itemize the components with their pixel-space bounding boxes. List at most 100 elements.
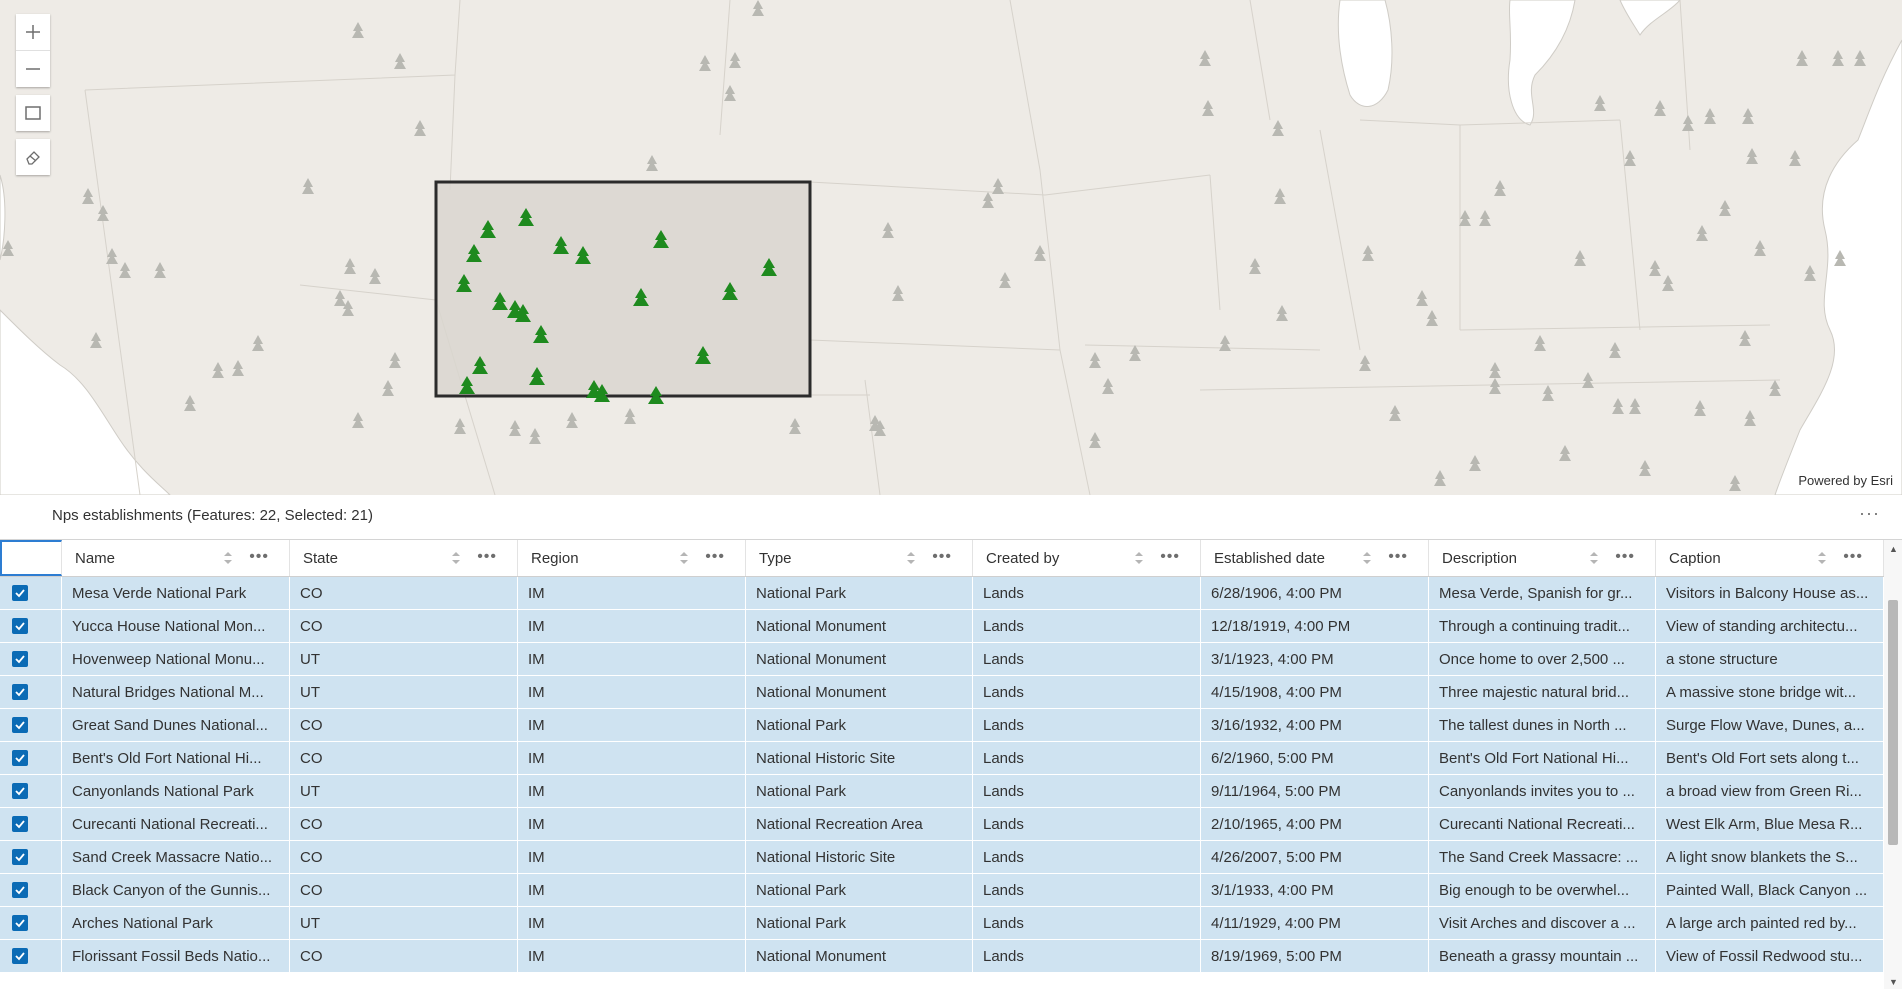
cell-established-date: 9/11/1964, 5:00 PM	[1201, 775, 1429, 807]
table-row[interactable]: Hovenweep National Monu... UT IM National M…	[0, 643, 1884, 676]
zoom-in-button[interactable]	[16, 14, 50, 50]
row-checkbox[interactable]	[12, 849, 28, 865]
cell-text: IM	[528, 782, 545, 800]
row-checkbox[interactable]	[12, 816, 28, 832]
select-all-header[interactable]	[0, 540, 62, 576]
table-row[interactable]: Mesa Verde National Park CO IM National Par…	[0, 577, 1884, 610]
sort-icon[interactable]	[1589, 551, 1599, 565]
table-row[interactable]: Natural Bridges National M... UT IM Nationa…	[0, 676, 1884, 709]
cell-text: Three majestic natural brid...	[1439, 683, 1630, 701]
row-select-cell	[0, 742, 62, 774]
cell-text: Mesa Verde, Spanish for gr...	[1439, 584, 1633, 602]
column-header-type[interactable]: Type •••	[746, 540, 973, 576]
scroll-down-icon[interactable]: ▼	[1889, 977, 1898, 987]
cell-established-date: 3/1/1923, 4:00 PM	[1201, 643, 1429, 675]
column-menu-icon[interactable]: •••	[477, 548, 497, 566]
sort-icon[interactable]	[1817, 551, 1827, 565]
cell-text: IM	[528, 914, 545, 932]
cell-caption: West Elk Arm, Blue Mesa R...	[1656, 808, 1884, 840]
row-checkbox[interactable]	[12, 618, 28, 634]
column-header-region[interactable]: Region •••	[518, 540, 746, 576]
column-menu-icon[interactable]: •••	[1160, 548, 1180, 566]
column-menu-icon[interactable]: •••	[1843, 548, 1863, 566]
cell-text: 6/2/1960, 5:00 PM	[1211, 749, 1334, 767]
table-header-bar: Nps establishments (Features: 22, Select…	[0, 495, 1902, 540]
table-row[interactable]: Arches National Park UT IM National Park Lan…	[0, 907, 1884, 940]
vertical-scrollbar[interactable]: ▲ ▼	[1884, 540, 1902, 989]
sort-icon[interactable]	[679, 551, 689, 565]
clear-selection-button[interactable]	[16, 139, 50, 175]
column-header-name[interactable]: Name •••	[62, 540, 290, 576]
zoom-out-button[interactable]	[16, 50, 50, 87]
grid-body: Mesa Verde National Park CO IM National Par…	[0, 577, 1884, 973]
sort-icon[interactable]	[223, 551, 233, 565]
data-grid: Name ••• State ••• Region ••• Type ••• C…	[0, 540, 1884, 989]
column-menu-icon[interactable]: •••	[932, 548, 952, 566]
table-row[interactable]: Great Sand Dunes National... CO IM National…	[0, 709, 1884, 742]
cell-region: IM	[518, 841, 746, 873]
cell-name: Natural Bridges National M...	[62, 676, 290, 708]
cell-text: UT	[300, 650, 320, 668]
row-checkbox[interactable]	[12, 585, 28, 601]
cell-text: 4/26/2007, 5:00 PM	[1211, 848, 1342, 866]
map-view[interactable]: Powered by Esri	[0, 0, 1902, 495]
table-row[interactable]: Bent's Old Fort National Hi... CO IM Nation…	[0, 742, 1884, 775]
table-row[interactable]: Black Canyon of the Gunnis... CO IM Nationa…	[0, 874, 1884, 907]
table-row[interactable]: Florissant Fossil Beds Natio... CO IM Natio…	[0, 940, 1884, 973]
cell-region: IM	[518, 610, 746, 642]
scroll-up-icon[interactable]: ▲	[1889, 544, 1898, 554]
column-menu-icon[interactable]: •••	[1615, 548, 1635, 566]
checkmark-icon	[15, 754, 25, 763]
sort-icon[interactable]	[1134, 551, 1144, 565]
cell-text: National Historic Site	[756, 749, 896, 767]
cell-caption: A light snow blankets the S...	[1656, 841, 1884, 873]
select-rectangle-button[interactable]	[16, 95, 50, 131]
cell-text: National Monument	[756, 947, 887, 965]
column-menu-icon[interactable]: •••	[705, 548, 725, 566]
column-menu-icon[interactable]: •••	[249, 548, 269, 566]
column-label: Caption	[1669, 549, 1721, 567]
sort-icon[interactable]	[1362, 551, 1372, 565]
row-checkbox[interactable]	[12, 684, 28, 700]
row-checkbox[interactable]	[12, 948, 28, 964]
row-checkbox[interactable]	[12, 783, 28, 799]
sort-icon[interactable]	[451, 551, 461, 565]
sort-icon[interactable]	[906, 551, 916, 565]
map-attribution[interactable]: Powered by Esri	[1795, 472, 1896, 489]
column-menu-icon[interactable]: •••	[1388, 548, 1408, 566]
row-checkbox[interactable]	[12, 651, 28, 667]
row-checkbox[interactable]	[12, 882, 28, 898]
map-controls	[16, 14, 50, 175]
cell-text: National Park	[756, 914, 847, 932]
cell-type: National Park	[746, 874, 973, 906]
row-checkbox[interactable]	[12, 915, 28, 931]
column-header-created-by[interactable]: Created by •••	[973, 540, 1201, 576]
cell-text: IM	[528, 617, 545, 635]
table-row[interactable]: Curecanti National Recreati... CO IM Nation…	[0, 808, 1884, 841]
column-header-description[interactable]: Description •••	[1429, 540, 1656, 576]
table-options-menu[interactable]: ···	[1859, 503, 1880, 524]
cell-text: CO	[300, 848, 323, 866]
table-row[interactable]: Sand Creek Massacre Natio... CO IM National…	[0, 841, 1884, 874]
cell-text: Lands	[983, 584, 1024, 602]
cell-text: Canyonlands National Park	[72, 782, 254, 800]
table-row[interactable]: Yucca House National Mon... CO IM National …	[0, 610, 1884, 643]
column-header-state[interactable]: State •••	[290, 540, 518, 576]
row-checkbox[interactable]	[12, 750, 28, 766]
table-row[interactable]: Canyonlands National Park UT IM National Pa…	[0, 775, 1884, 808]
cell-text: a stone structure	[1666, 650, 1778, 668]
cell-region: IM	[518, 940, 746, 972]
cell-established-date: 3/16/1932, 4:00 PM	[1201, 709, 1429, 741]
cell-description: Beneath a grassy mountain ...	[1429, 940, 1656, 972]
cell-caption: a broad view from Green Ri...	[1656, 775, 1884, 807]
cell-text: National Monument	[756, 617, 887, 635]
column-header-established-date[interactable]: Established date •••	[1201, 540, 1429, 576]
cell-text: A light snow blankets the S...	[1666, 848, 1858, 866]
layer-title: Nps establishments (Features: 22, Select…	[52, 507, 373, 524]
row-checkbox[interactable]	[12, 717, 28, 733]
cell-text: Lands	[983, 683, 1024, 701]
scroll-thumb[interactable]	[1888, 600, 1898, 845]
cell-text: Lands	[983, 881, 1024, 899]
clear-control	[16, 139, 50, 175]
column-header-caption[interactable]: Caption •••	[1656, 540, 1884, 576]
